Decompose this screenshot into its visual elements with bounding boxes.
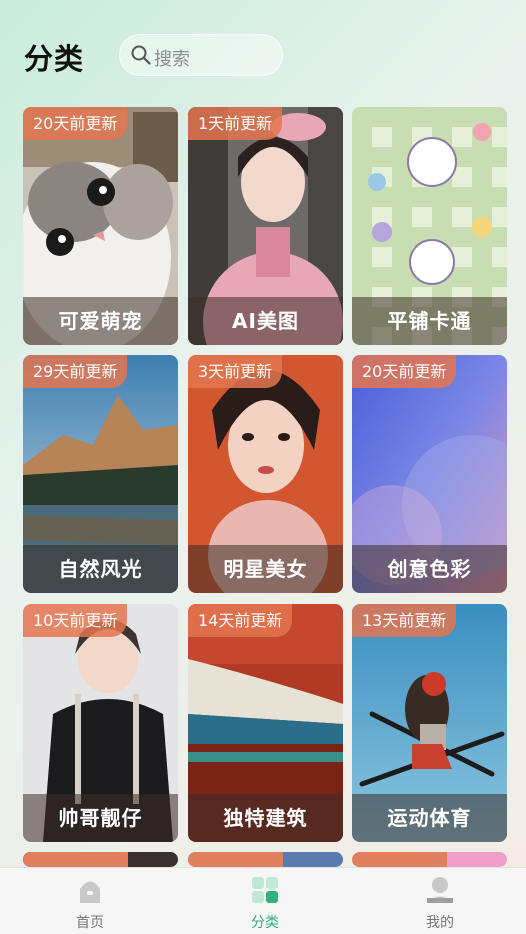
category-label: AI美图: [188, 297, 343, 345]
search-placeholder: 搜索: [154, 49, 190, 70]
update-badge: [352, 852, 447, 867]
update-badge: 10天前更新: [23, 604, 128, 637]
category-label: 自然风光: [23, 545, 178, 593]
update-badge: 1天前更新: [188, 107, 283, 140]
bottom-tab-bar: 首页 分类 我的: [0, 867, 526, 934]
update-badge: 20天前更新: [352, 355, 457, 388]
update-badge: 29天前更新: [23, 355, 128, 388]
category-card[interactable]: 1天前更新 AI美图: [188, 107, 343, 345]
tab-label: 分类: [251, 915, 279, 931]
category-card-partial[interactable]: [23, 852, 178, 867]
category-label: 平铺卡通: [352, 297, 507, 345]
category-label: 创意色彩: [352, 545, 507, 593]
update-badge: [23, 852, 128, 867]
category-label: 帅哥靓仔: [23, 794, 178, 842]
update-badge: [188, 852, 283, 867]
update-badge: 13天前更新: [352, 604, 457, 637]
category-card[interactable]: 14天前更新 独特建筑: [188, 604, 343, 842]
category-card-partial[interactable]: [188, 852, 343, 867]
search-box[interactable]: 搜索: [119, 34, 283, 76]
category-card-partial[interactable]: [352, 852, 507, 867]
category-card[interactable]: 10天前更新 帅哥靓仔: [23, 604, 178, 842]
category-card[interactable]: 3天前更新 明星美女: [188, 355, 343, 593]
search-icon: [131, 45, 151, 65]
user-icon: [427, 877, 453, 903]
category-label: 可爱萌宠: [23, 297, 178, 345]
header: 分类 搜索: [0, 0, 526, 100]
tab-label: 我的: [426, 915, 454, 931]
category-card[interactable]: 平铺卡通: [352, 107, 507, 345]
category-card[interactable]: 29天前更新 自然风光: [23, 355, 178, 593]
home-icon: [80, 881, 100, 903]
category-label: 运动体育: [352, 794, 507, 842]
category-label: 独特建筑: [188, 794, 343, 842]
page-title: 分类: [24, 42, 85, 76]
category-card[interactable]: 20天前更新 可爱萌宠: [23, 107, 178, 345]
category-label: 明星美女: [188, 545, 343, 593]
update-badge: 20天前更新: [23, 107, 128, 140]
update-badge: 3天前更新: [188, 355, 283, 388]
tab-profile[interactable]: 我的: [380, 868, 500, 934]
category-card[interactable]: 20天前更新 创意色彩: [352, 355, 507, 593]
tab-label: 首页: [76, 915, 104, 931]
category-page: 分类 搜索 20天前更新 可爱萌宠 1天前更新 AI美图 平铺卡通 29天前更新…: [0, 0, 526, 934]
grid-icon: [252, 877, 278, 903]
category-card[interactable]: 13天前更新 运动体育: [352, 604, 507, 842]
tab-home[interactable]: 首页: [30, 868, 150, 934]
tab-category[interactable]: 分类: [205, 868, 325, 934]
update-badge: 14天前更新: [188, 604, 293, 637]
